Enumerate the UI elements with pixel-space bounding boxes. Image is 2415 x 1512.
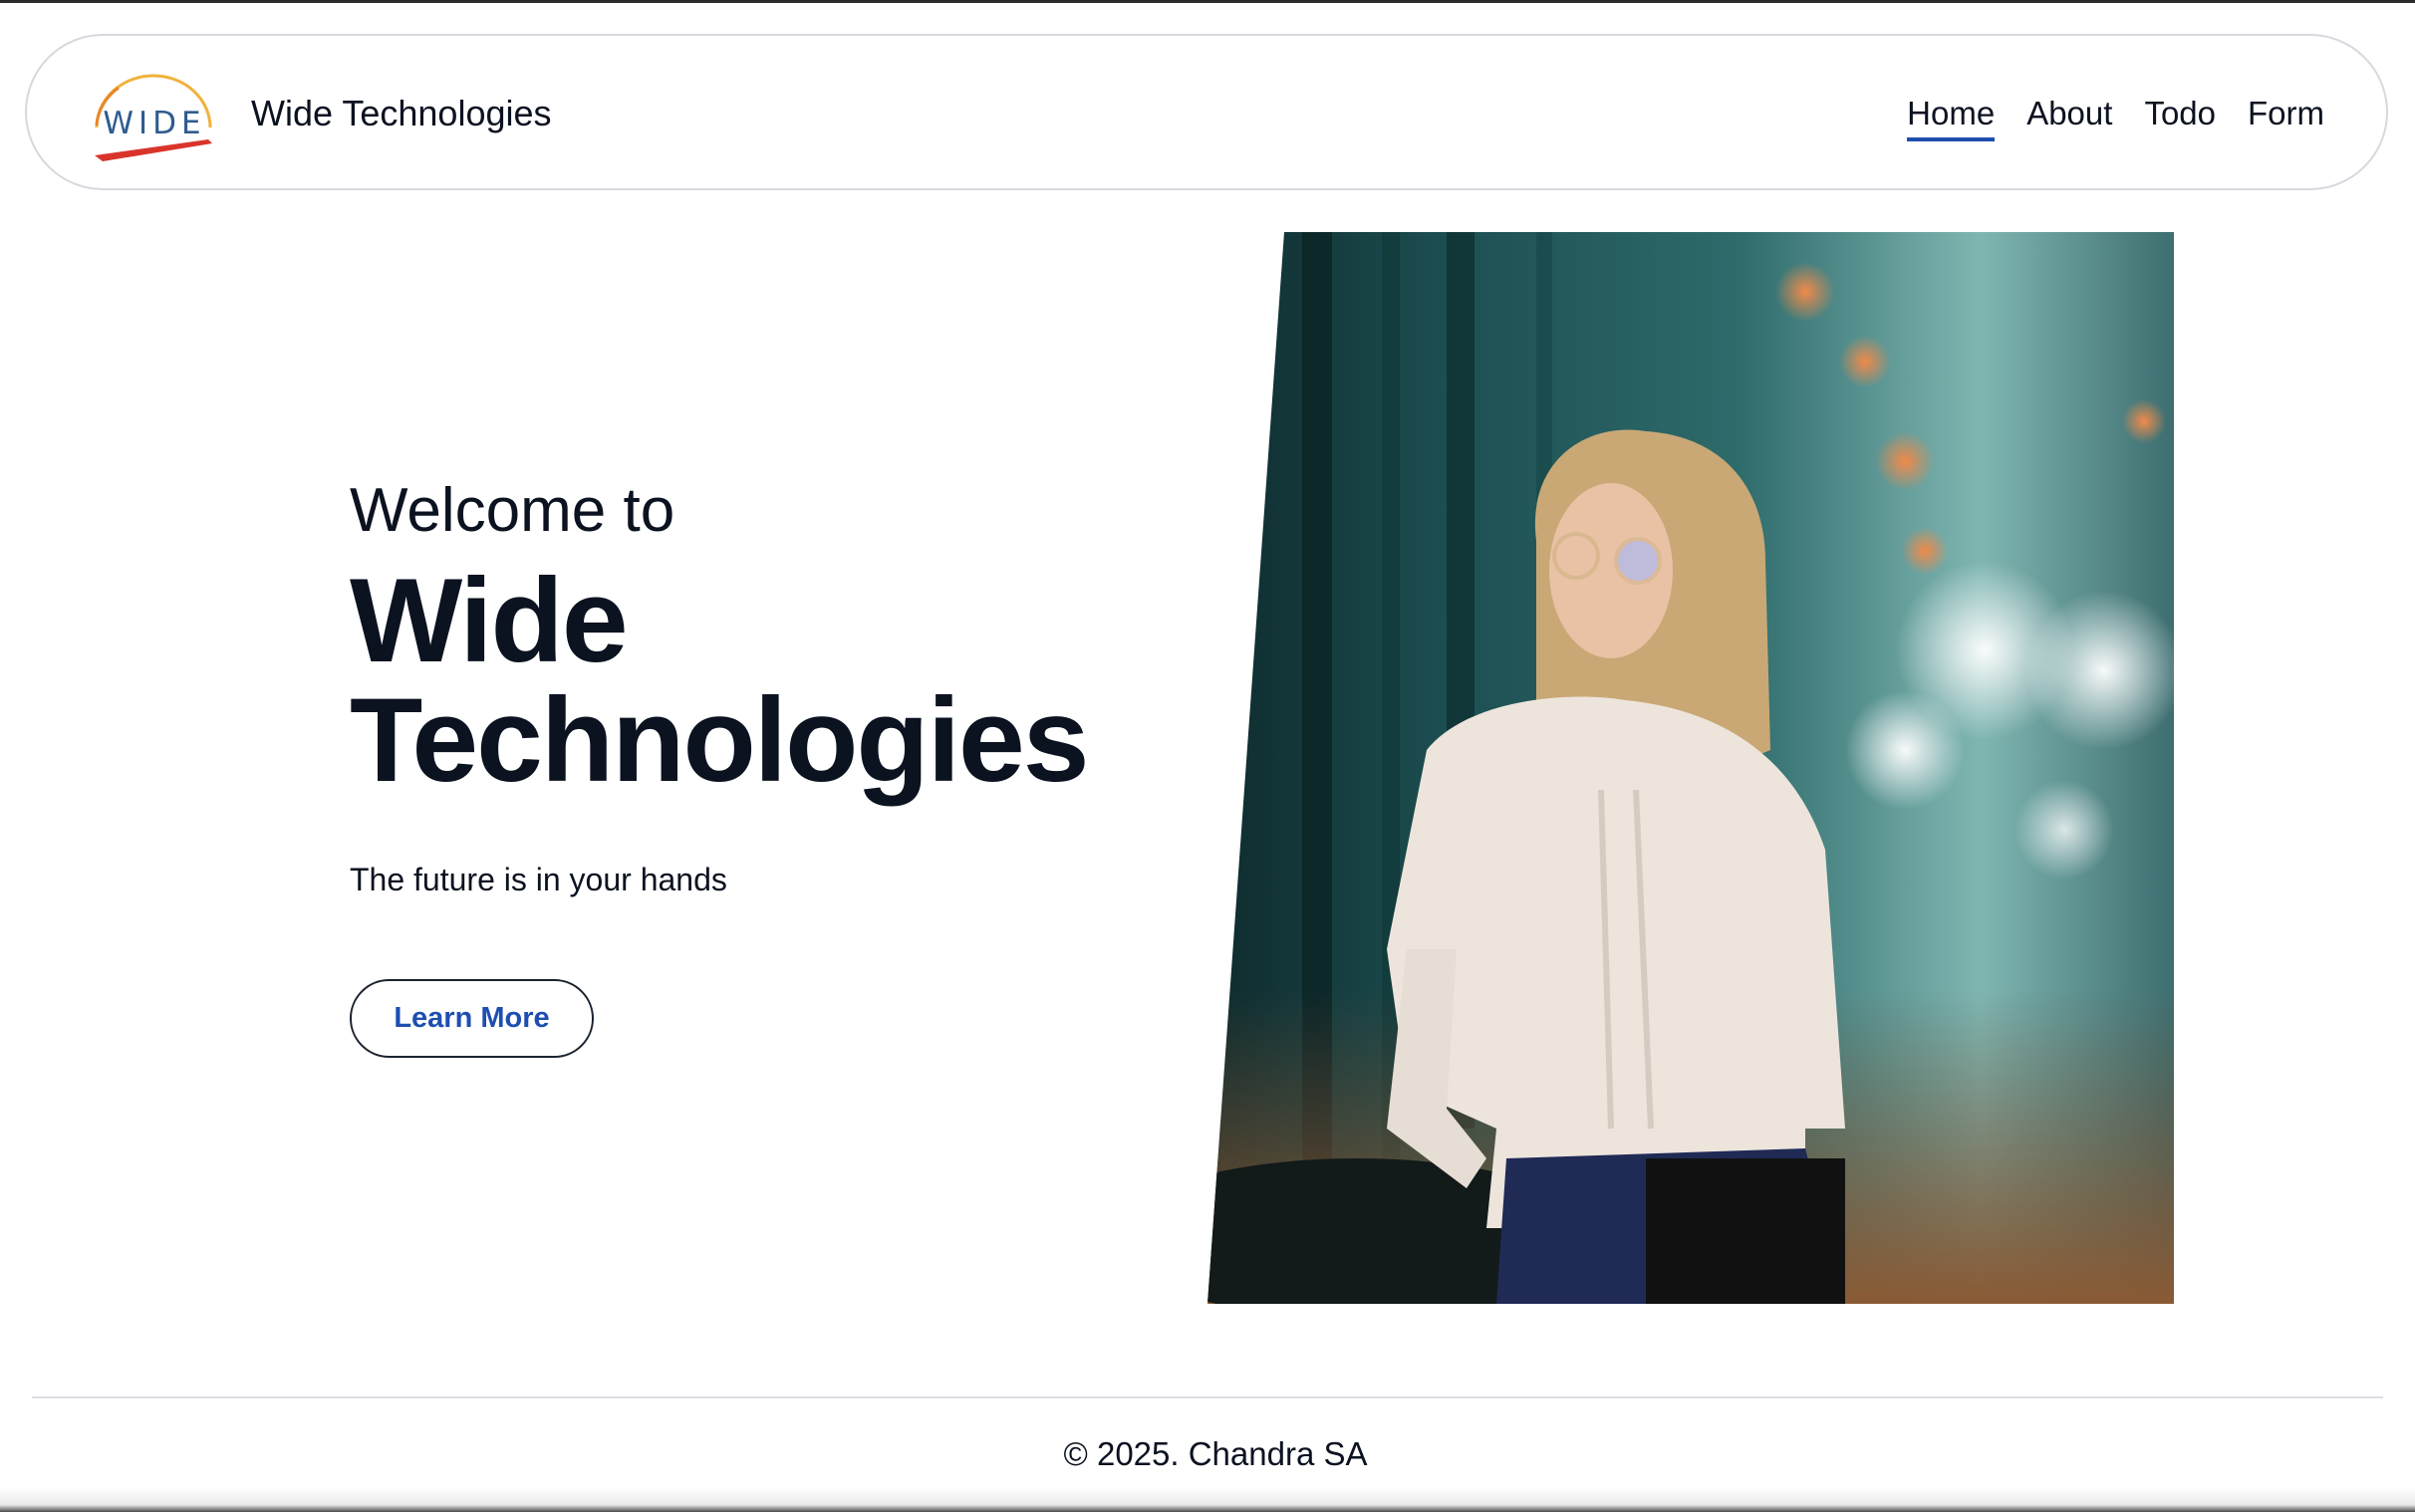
footer-divider bbox=[32, 1396, 2383, 1398]
hero-title-line1: Wide bbox=[350, 554, 629, 687]
hero-photo bbox=[1208, 232, 2174, 1304]
brand-name[interactable]: Wide Technologies bbox=[251, 92, 552, 135]
site-header: WIDE Wide Technologies Home About Todo F… bbox=[25, 34, 2388, 190]
hero-title: Wide Technologies bbox=[350, 561, 1147, 800]
wide-logo[interactable]: WIDE bbox=[89, 66, 218, 165]
browser-top-border bbox=[0, 0, 2415, 3]
hero-title-line2: Technologies bbox=[350, 673, 1090, 807]
nav-about[interactable]: About bbox=[2026, 92, 2112, 139]
nav-home[interactable]: Home bbox=[1907, 92, 1996, 141]
learn-more-button[interactable]: Learn More bbox=[350, 979, 594, 1058]
nav-todo[interactable]: Todo bbox=[2144, 92, 2216, 139]
window-bottom-edge bbox=[0, 1488, 2415, 1512]
hero-text: Welcome to Wide Technologies The future … bbox=[350, 473, 1147, 901]
main-nav: Home About Todo Form bbox=[1907, 92, 2324, 141]
hero-tagline: The future is in your hands bbox=[350, 862, 727, 897]
nav-form[interactable]: Form bbox=[2248, 92, 2324, 139]
footer-copyright: © 2025. Chandra SA bbox=[1063, 1435, 1368, 1472]
hero-welcome: Welcome to bbox=[350, 476, 675, 545]
logo-text: WIDE bbox=[103, 106, 205, 141]
